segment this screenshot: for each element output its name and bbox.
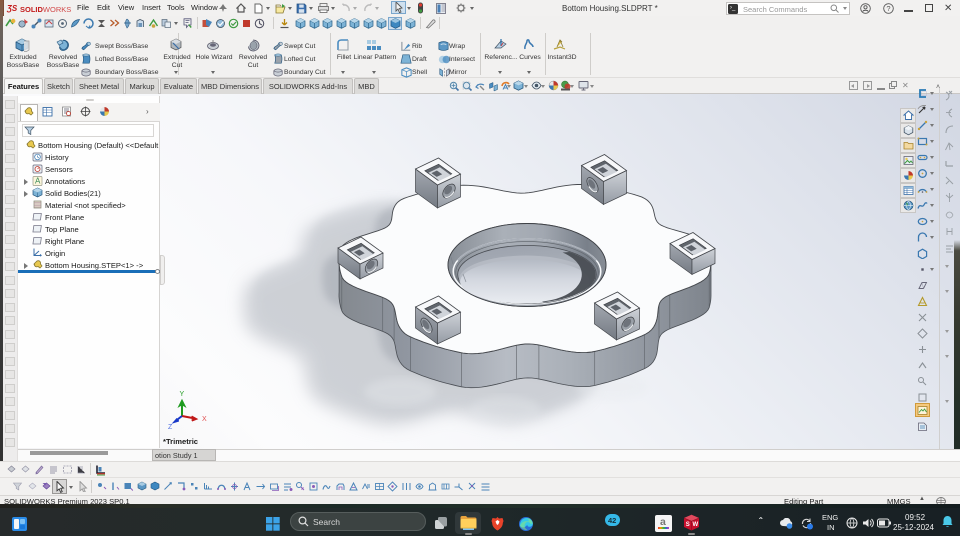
svg-text:Y: Y: [180, 391, 185, 398]
svg-text:X: X: [202, 416, 207, 423]
svg-text:Z: Z: [168, 424, 173, 431]
svg-text:W: W: [693, 522, 699, 528]
svg-text:A: A: [35, 177, 41, 186]
svg-text:?: ?: [886, 4, 890, 13]
svg-text:S: S: [686, 522, 690, 528]
